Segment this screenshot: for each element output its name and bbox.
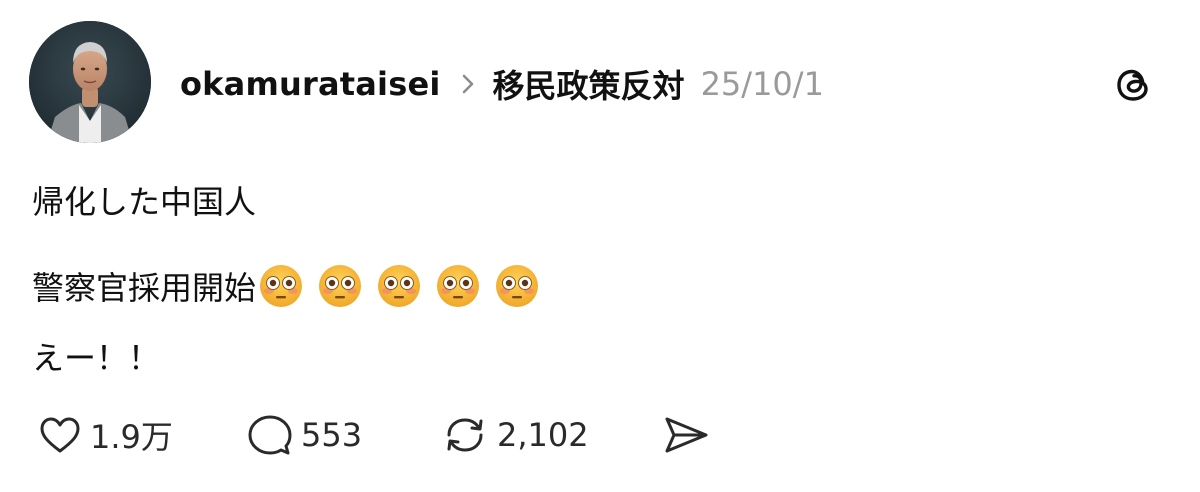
post-text-line-1: 帰化した中国人 [32,183,257,221]
emoji-row [258,263,553,309]
avatar[interactable] [29,21,151,143]
threads-logo-icon[interactable] [1112,63,1156,107]
reply-button[interactable]: 553 [247,413,362,457]
like-count: 1.9万 [90,418,173,456]
post-date[interactable]: 25/10/1 [701,65,824,103]
repost-button[interactable]: 2,102 [441,413,589,457]
repost-icon [441,413,489,457]
post-text-line-3: えー！！ [32,339,161,377]
flushed-face-emoji [494,263,540,309]
threads-post: okamurataisei 移民政策反対 25/10/1 帰化した中国人 警察官… [0,0,1200,492]
heart-icon [38,415,82,455]
username-link[interactable]: okamurataisei [180,65,441,103]
flushed-face-emoji [435,263,481,309]
post-text-line-2: 警察官採用開始 [32,269,257,307]
send-icon [662,413,710,457]
reply-count: 553 [301,416,363,454]
flushed-face-emoji [317,263,363,309]
post-text-line-2-row: 警察官採用開始 [32,263,553,309]
flushed-face-emoji [376,263,422,309]
share-button[interactable] [662,413,710,457]
topic-tag-link[interactable]: 移民政策反対 [493,61,685,107]
flushed-face-emoji [258,263,304,309]
post-header: okamurataisei 移民政策反対 25/10/1 [180,56,824,112]
speech-bubble-icon [247,413,293,457]
repost-count: 2,102 [497,416,589,454]
like-button[interactable]: 1.9万 [38,413,173,457]
chevron-right-icon [461,73,475,95]
